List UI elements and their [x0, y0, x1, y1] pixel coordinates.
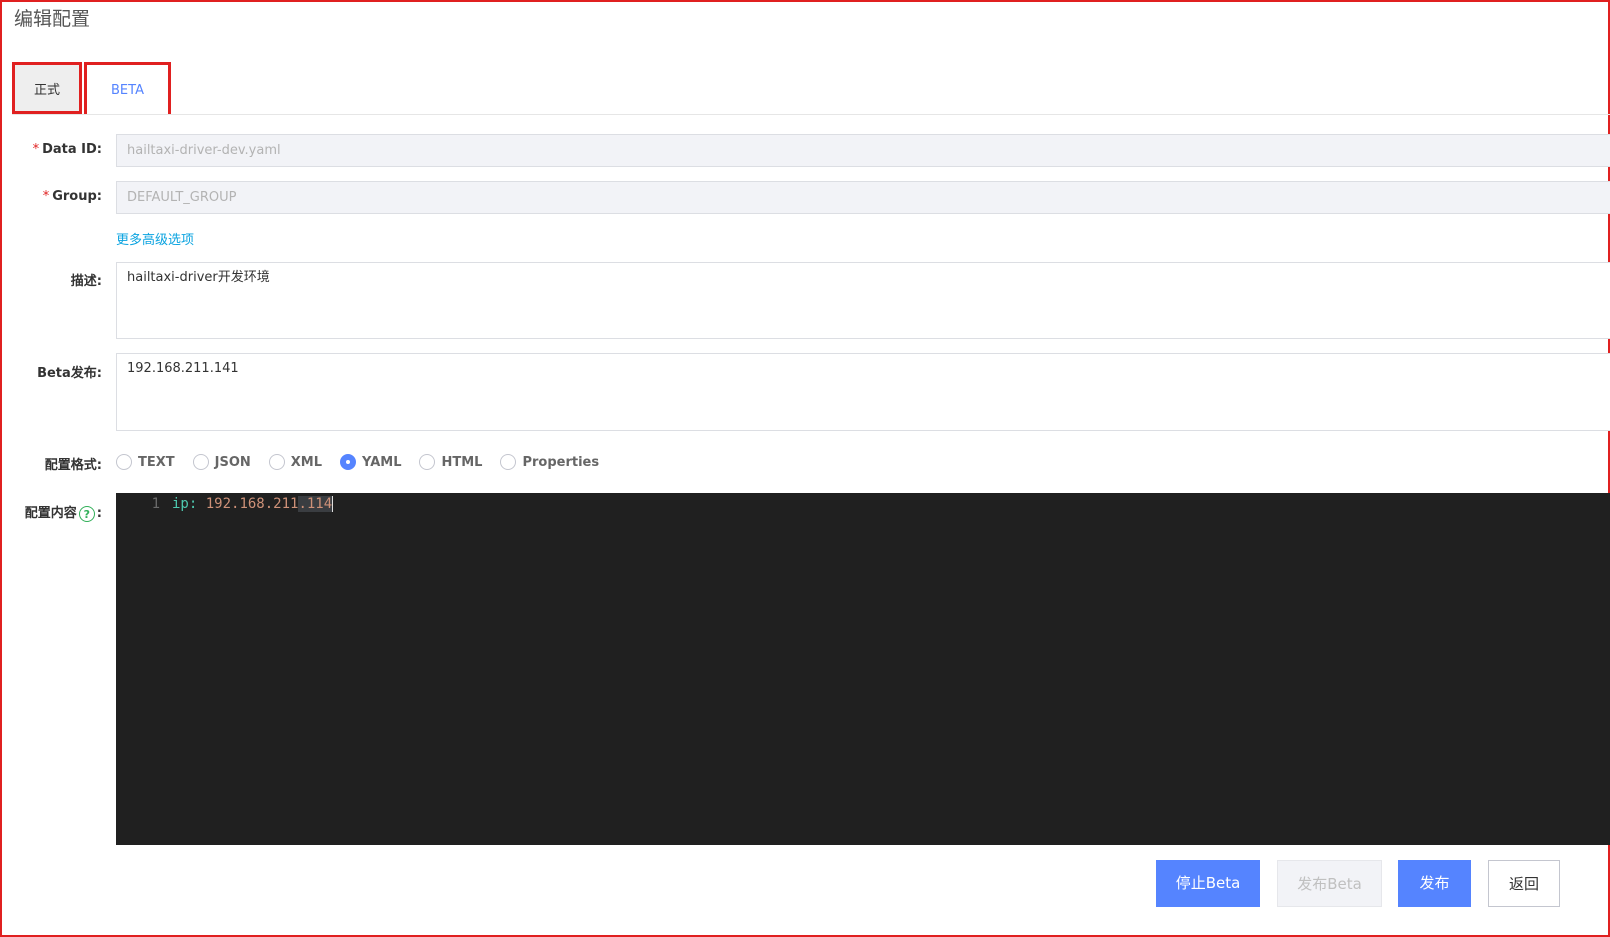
- selected-text: .114: [298, 496, 333, 512]
- page-title: 编辑配置: [14, 8, 91, 30]
- stop-beta-button[interactable]: 停止Beta: [1156, 860, 1260, 907]
- line-number: 1: [151, 496, 160, 512]
- format-option-json[interactable]: JSON: [192, 454, 251, 470]
- tab-release[interactable]: 正式: [12, 62, 82, 114]
- format-option-text[interactable]: TEXT: [116, 454, 175, 470]
- content-label: 配置内容?:: [24, 505, 102, 522]
- required-mark: *: [32, 142, 40, 157]
- data-id-field[interactable]: hailtaxi-driver-dev.yaml: [116, 134, 1610, 167]
- format-option-properties[interactable]: Properties: [500, 454, 599, 470]
- description-textarea[interactable]: hailtaxi-driver开发环境: [116, 262, 1610, 339]
- help-icon[interactable]: ?: [78, 505, 95, 522]
- back-button[interactable]: 返回: [1488, 860, 1560, 907]
- tab-beta[interactable]: BETA: [84, 62, 171, 114]
- editor-line: 1 ip: 192.168.211.114: [116, 493, 1610, 515]
- format-label: 配置格式:: [44, 458, 102, 473]
- code-editor[interactable]: 1 ip: 192.168.211.114: [116, 493, 1610, 845]
- radio-circle-icon: [268, 454, 285, 470]
- required-mark: *: [42, 189, 50, 204]
- radio-checked-icon: [340, 454, 357, 470]
- group-field[interactable]: DEFAULT_GROUP: [116, 181, 1610, 214]
- publish-beta-button[interactable]: 发布Beta: [1277, 860, 1382, 907]
- advanced-options-link[interactable]: 更多高级选项: [116, 229, 194, 248]
- radio-circle-icon: [192, 454, 209, 470]
- radio-circle-icon: [116, 454, 132, 470]
- beta-publish-label: Beta发布:: [37, 366, 102, 381]
- format-option-html[interactable]: HTML: [419, 454, 482, 470]
- code-text[interactable]: ip: 192.168.211.114: [172, 493, 334, 515]
- tab-bar: 正式 BETA: [12, 62, 1610, 115]
- publish-button[interactable]: 发布: [1398, 860, 1471, 907]
- radio-circle-icon: [500, 454, 517, 470]
- format-option-xml[interactable]: XML: [268, 454, 322, 470]
- beta-ip-textarea[interactable]: 192.168.211.141: [116, 353, 1610, 431]
- radio-circle-icon: [419, 454, 436, 470]
- text-cursor: [332, 496, 334, 512]
- data-id-label: * Data ID:: [32, 142, 102, 157]
- format-option-yaml[interactable]: YAML: [340, 454, 401, 470]
- description-label: 描述:: [70, 274, 102, 289]
- group-label: * Group:: [42, 189, 102, 204]
- format-radio-group: TEXT JSON XML YAML HTML Properties: [116, 451, 617, 473]
